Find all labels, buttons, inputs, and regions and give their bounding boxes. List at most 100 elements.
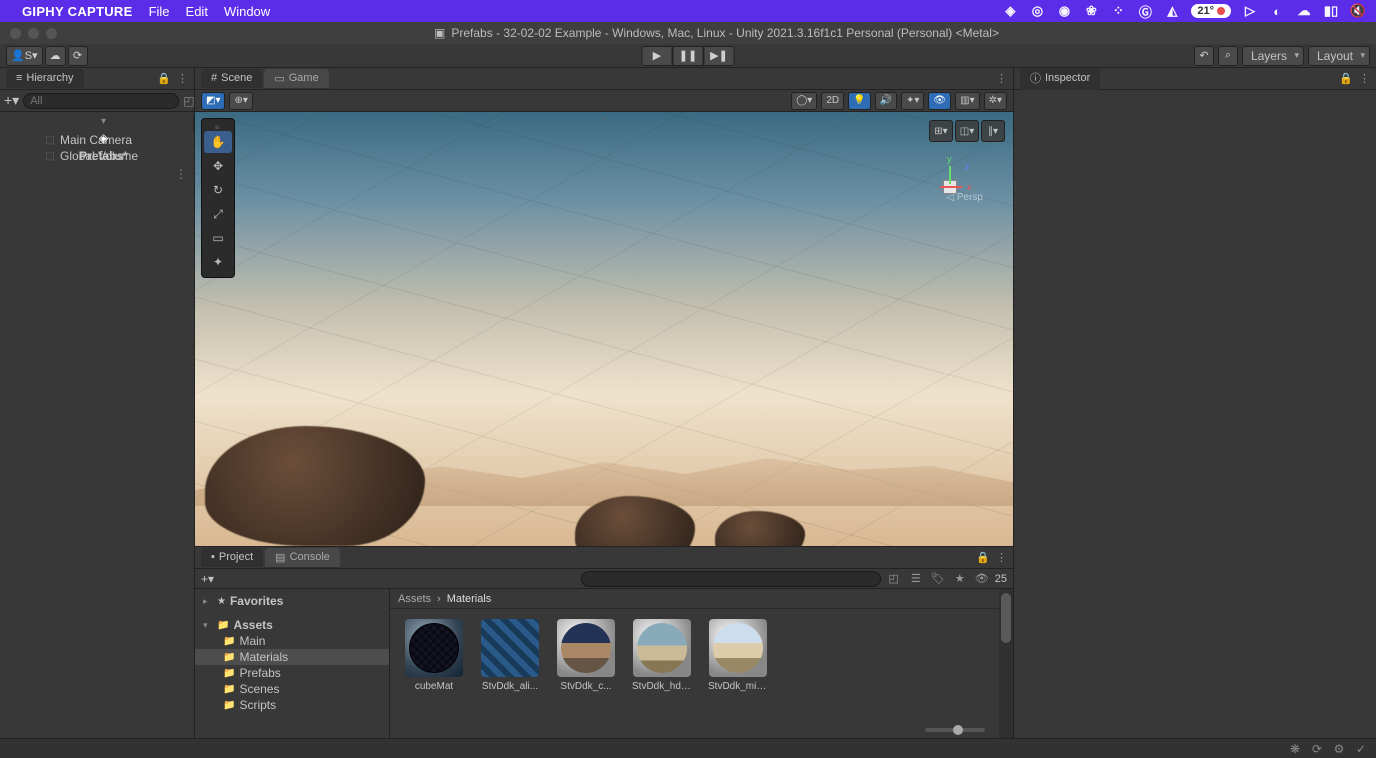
kebab-icon[interactable]: ⋮ xyxy=(175,167,187,181)
tray-cube-icon[interactable]: ◈ xyxy=(1002,3,1018,19)
tray-mute-icon[interactable]: 🔇 xyxy=(1350,3,1366,19)
menu-edit[interactable]: Edit xyxy=(186,4,208,19)
tray-triangle-icon[interactable]: ◭ xyxy=(1164,3,1180,19)
scene-gizmos-button[interactable]: ✲▾ xyxy=(984,92,1007,110)
kebab-icon[interactable]: ⋮ xyxy=(996,72,1007,85)
thumbnail-size-slider[interactable] xyxy=(925,728,985,732)
lock-icon[interactable]: 🔒 xyxy=(157,72,171,85)
project-label-icon[interactable]: 🏷 xyxy=(929,571,947,587)
tray-record-icon[interactable]: ◉ xyxy=(1056,3,1072,19)
project-search-input[interactable] xyxy=(581,571,881,587)
folder-scripts[interactable]: 📁Scripts xyxy=(195,697,389,713)
project-breadcrumb[interactable]: Assets›Materials xyxy=(390,589,999,609)
grid-snap-button[interactable]: ⊞▾ xyxy=(929,120,953,142)
tray-nodes-icon[interactable]: ⁘ xyxy=(1110,3,1126,19)
layout-dropdown[interactable]: Layout xyxy=(1308,46,1370,66)
inspector-panel: ⓘInspector 🔒 ⋮ xyxy=(1014,68,1376,738)
kebab-icon[interactable]: ⋮ xyxy=(177,72,188,85)
asset-item[interactable]: StvDdk_c... xyxy=(556,619,616,728)
project-star-icon[interactable]: ★ xyxy=(951,571,969,587)
pause-button[interactable]: ❚❚ xyxy=(673,46,704,66)
menubar-app-name[interactable]: GIPHY CAPTURE xyxy=(22,4,133,19)
window-title: Prefabs - 32-02-02 Example - Windows, Ma… xyxy=(451,26,999,40)
kebab-icon[interactable]: ⋮ xyxy=(996,551,1007,564)
scene-viewport[interactable]: ≡ ✋ ✥ ↻ ⤢ ▭ ✦ ≡ ⊞▾ ◫▾ ∥▾ x y z ◁ Persp xyxy=(195,112,1013,546)
favorites-row[interactable]: ▸★Favorites xyxy=(195,593,389,609)
console-tab[interactable]: ▤Console xyxy=(265,548,340,568)
orientation-gizmo[interactable]: x y z xyxy=(915,152,985,222)
move-tool-button[interactable]: ✥ xyxy=(204,155,232,177)
status-check-icon[interactable]: ✓ xyxy=(1354,742,1368,756)
asset-item[interactable]: StvDdk_ali... xyxy=(480,619,540,728)
scene-light-button[interactable]: 💡 xyxy=(848,92,870,110)
menu-window[interactable]: Window xyxy=(224,4,270,19)
scene-shading-button[interactable]: ◯▾ xyxy=(791,92,817,110)
status-cache-icon[interactable]: ⚙ xyxy=(1332,742,1346,756)
folder-main[interactable]: 📁Main xyxy=(195,633,389,649)
hierarchy-item-main-camera[interactable]: ⬚Main Camera xyxy=(0,132,194,148)
tray-wechat-icon[interactable]: ☁ xyxy=(1296,3,1312,19)
tray-gift-icon[interactable]: ❀ xyxy=(1083,3,1099,19)
tray-weather[interactable]: 21° xyxy=(1191,4,1231,18)
asset-item[interactable]: StvDdk_min... xyxy=(708,619,768,728)
account-button[interactable]: 👤 S ▾ xyxy=(6,46,43,66)
kebab-icon[interactable]: ⋮ xyxy=(1359,72,1370,85)
asset-item[interactable]: StvDdk_hdr... xyxy=(632,619,692,728)
scene-fx-button[interactable]: ✦▾ xyxy=(901,92,924,110)
tray-clock-icon[interactable]: ◐ xyxy=(1269,3,1285,19)
folder-prefabs[interactable]: 📁Prefabs xyxy=(195,665,389,681)
scene-drag-handle[interactable]: ≡ xyxy=(601,115,608,124)
asset-item[interactable]: cubeMat xyxy=(404,619,464,728)
status-bug-icon[interactable]: ❋ xyxy=(1288,742,1302,756)
hierarchy-tab[interactable]: ≡Hierarchy xyxy=(6,69,84,88)
undo-history-button[interactable]: ⟳ xyxy=(68,46,88,66)
project-hidden-count: 25 xyxy=(995,573,1007,585)
tool-global-button[interactable]: ⊕▾ xyxy=(229,92,252,110)
menu-file[interactable]: File xyxy=(149,4,170,19)
scale-tool-button[interactable]: ⤢ xyxy=(204,203,232,225)
search-button[interactable]: ⌕ xyxy=(1218,46,1238,66)
hierarchy-filter-icon[interactable]: ◰ xyxy=(183,94,194,108)
snap-increment-button[interactable]: ◫▾ xyxy=(955,120,979,142)
scene-audio-button[interactable]: 🔊 xyxy=(875,92,897,110)
hierarchy-search-input[interactable] xyxy=(23,93,179,109)
traffic-lights[interactable] xyxy=(10,28,57,39)
scene-hidden-button[interactable]: 👁 xyxy=(928,92,951,110)
hierarchy-scene-row[interactable]: ▾◈Prefabs* ⋮ xyxy=(0,116,194,132)
tool-pivot-button[interactable]: ◩▾ xyxy=(201,92,225,110)
folder-materials[interactable]: 📁Materials xyxy=(195,649,389,665)
rotate-tool-button[interactable]: ↻ xyxy=(204,179,232,201)
lock-icon[interactable]: 🔒 xyxy=(1339,72,1353,85)
project-filter2-icon[interactable]: ☰ xyxy=(907,571,925,587)
scene-tab[interactable]: #Scene xyxy=(201,69,262,88)
hierarchy-add-button[interactable]: +▾ xyxy=(4,92,19,109)
game-tab[interactable]: ▭Game xyxy=(264,69,328,89)
tray-target-icon[interactable]: ◎ xyxy=(1029,3,1045,19)
project-add-button[interactable]: +▾ xyxy=(201,572,214,586)
tray-grammarly-icon[interactable]: Ⓖ xyxy=(1137,3,1153,19)
inspector-tab[interactable]: ⓘInspector xyxy=(1020,67,1100,90)
perspective-label[interactable]: ◁ Persp xyxy=(946,192,983,203)
hierarchy-panel: ≡Hierarchy 🔒 ⋮ +▾ ◰ ▾◈Prefabs* ⋮ ⬚Main Ca… xyxy=(0,68,195,738)
step-button[interactable]: ▶❚ xyxy=(704,46,735,66)
tray-play-icon[interactable]: ▷ xyxy=(1242,3,1258,19)
transform-tool-button[interactable]: ✦ xyxy=(204,251,232,273)
folder-scenes[interactable]: 📁Scenes xyxy=(195,681,389,697)
assets-root-row[interactable]: ▾📁Assets xyxy=(195,617,389,633)
project-filter1-icon[interactable]: ◰ xyxy=(885,571,903,587)
lock-icon[interactable]: 🔒 xyxy=(976,551,990,564)
tray-battery-icon[interactable]: ▮▯ xyxy=(1323,3,1339,19)
undo-icon-button[interactable]: ↶ xyxy=(1194,46,1214,66)
project-hidden-icon[interactable]: 👁 xyxy=(973,571,991,587)
cloud-button[interactable]: ☁ xyxy=(45,46,66,66)
snap-settings-button[interactable]: ∥▾ xyxy=(981,120,1005,142)
scene-camera-button[interactable]: ▥▾ xyxy=(955,92,979,110)
rect-tool-button[interactable]: ▭ xyxy=(204,227,232,249)
scene-2d-button[interactable]: 2D xyxy=(821,92,844,110)
status-autorefresh-icon[interactable]: ⟳ xyxy=(1310,742,1324,756)
project-tab[interactable]: ▪Project xyxy=(201,548,263,567)
project-scrollbar[interactable] xyxy=(999,589,1013,738)
play-button[interactable]: ▶ xyxy=(642,46,673,66)
layers-dropdown[interactable]: Layers xyxy=(1242,46,1304,66)
hand-tool-button[interactable]: ✋ xyxy=(204,131,232,153)
